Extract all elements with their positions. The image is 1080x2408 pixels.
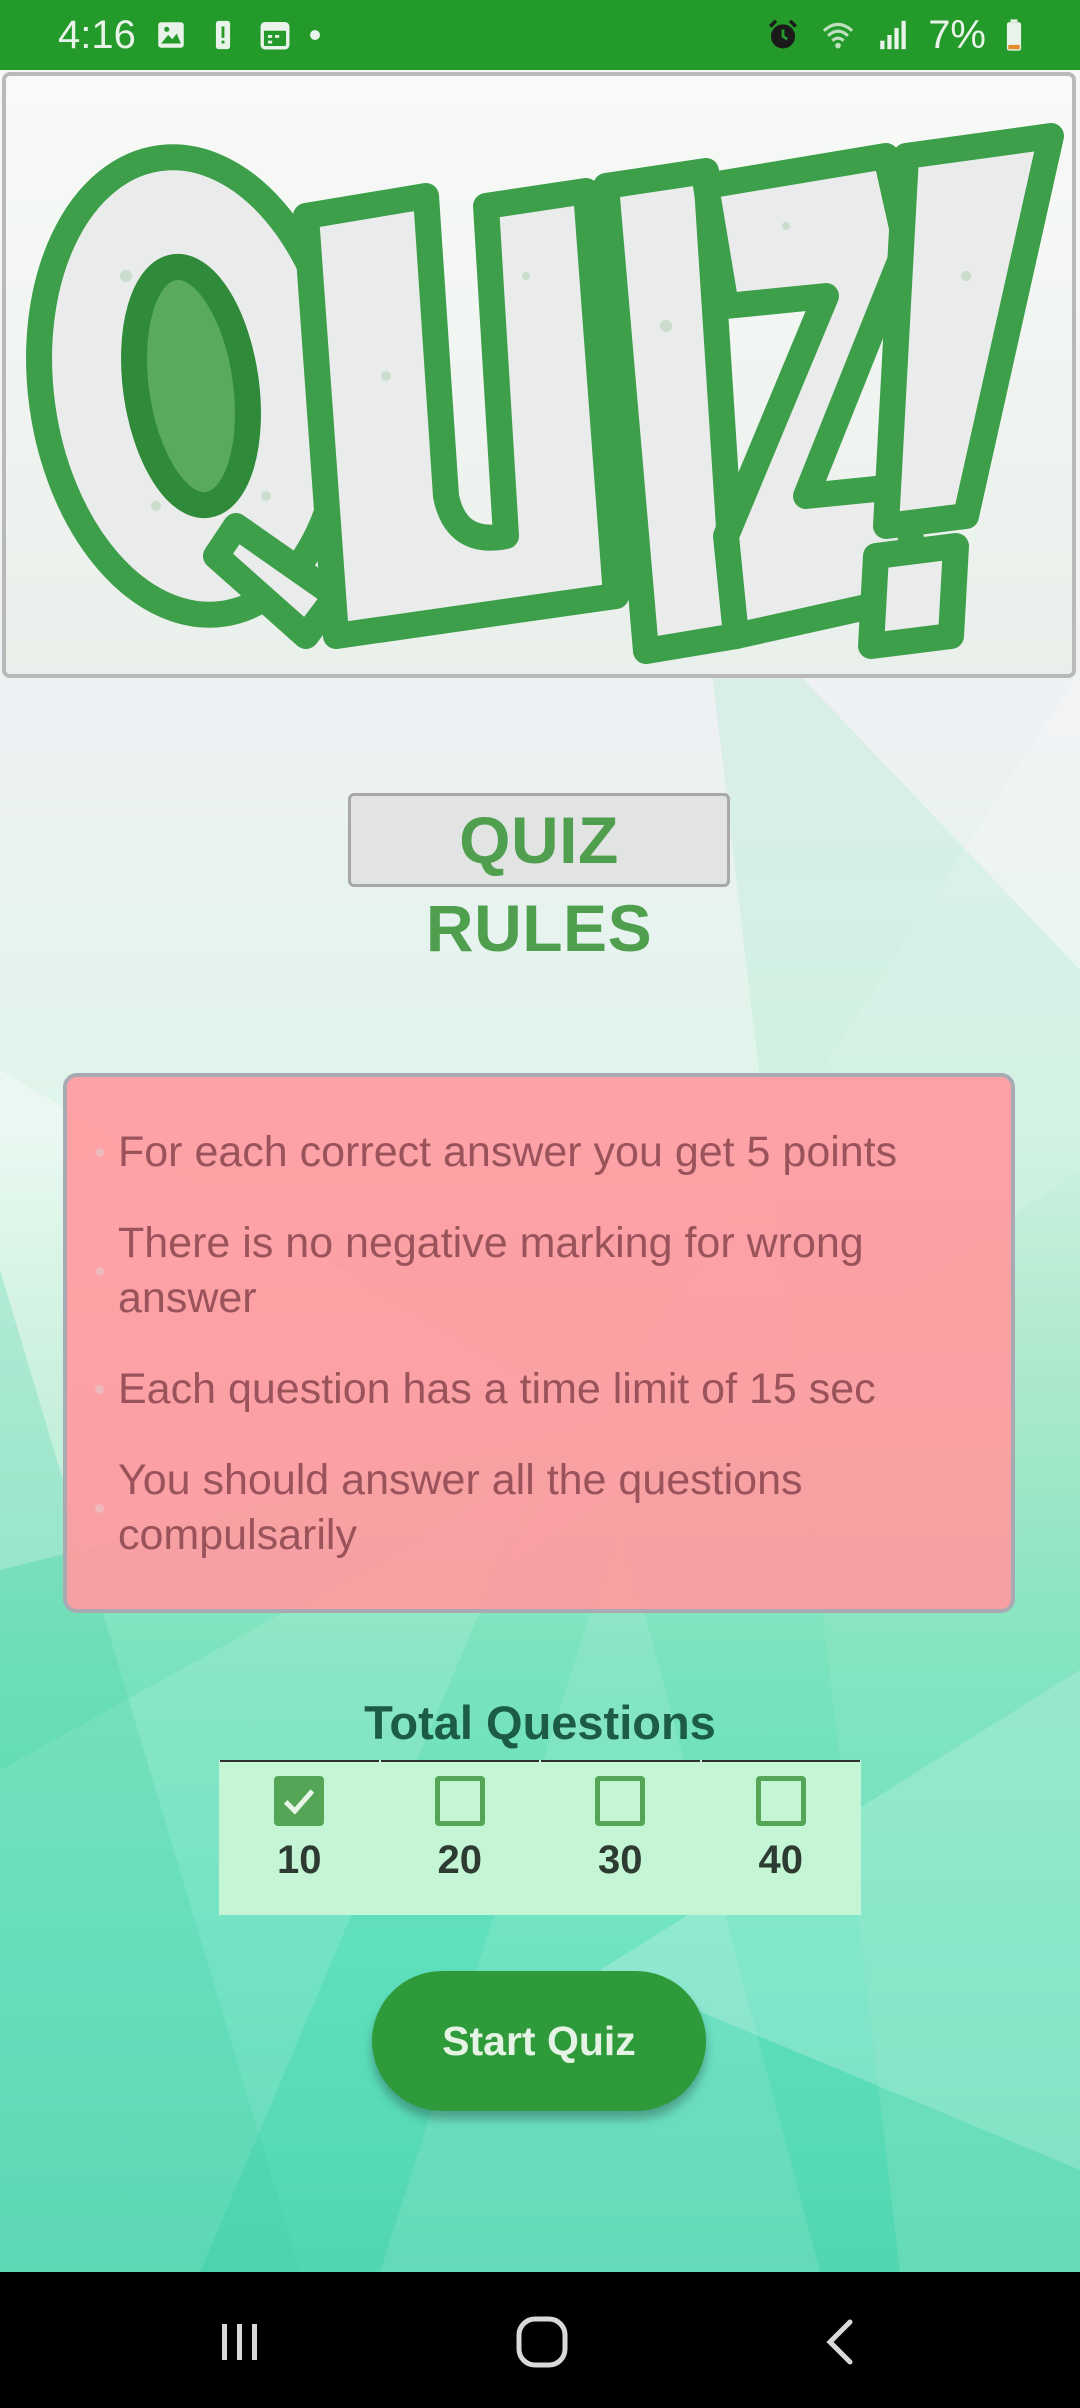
bullet-icon — [95, 1266, 104, 1276]
status-right: 7% — [766, 13, 1024, 58]
battery-percent: 7% — [928, 12, 986, 57]
option-value: 20 — [437, 1838, 483, 1882]
checkbox-30[interactable] — [595, 1776, 646, 1826]
rule-text: There is no negative marking for wrong a… — [118, 1219, 864, 1322]
quiz-logo-icon — [6, 76, 1072, 674]
status-left: 4:16 — [58, 13, 320, 58]
bullet-icon — [95, 1385, 104, 1394]
rule-item: Each question has a time limit of 15 sec — [95, 1362, 983, 1417]
rule-item: You should answer all the questions comp… — [95, 1453, 983, 1563]
option-40[interactable]: 40 — [701, 1760, 860, 1915]
quiz-banner — [2, 72, 1076, 678]
recent-apps-icon[interactable] — [210, 2314, 270, 2370]
rules-panel: For each correct answer you get 5 points… — [63, 1073, 1015, 1613]
start-quiz-button[interactable]: Start Quiz — [372, 1971, 706, 2111]
total-questions-label: Total Questions — [364, 1696, 716, 1749]
navigation-bar — [0, 2272, 1080, 2408]
image-icon — [154, 18, 188, 52]
alarm-icon — [766, 18, 800, 52]
rule-text: You should answer all the questions comp… — [118, 1456, 803, 1559]
checkbox-10[interactable] — [274, 1776, 325, 1826]
wifi-icon — [818, 18, 858, 52]
battery-icon — [1004, 18, 1024, 52]
calendar-icon — [258, 18, 292, 52]
option-30[interactable]: 30 — [541, 1760, 700, 1915]
option-10[interactable]: 10 — [220, 1760, 379, 1915]
option-value: 40 — [758, 1838, 804, 1882]
option-value: 30 — [598, 1838, 643, 1882]
rule-text: Each question has a time limit of 15 sec — [118, 1365, 876, 1413]
checkbox-20[interactable] — [434, 1776, 485, 1826]
option-value: 10 — [277, 1838, 322, 1882]
rule-item: There is no negative marking for wrong a… — [95, 1216, 983, 1326]
rule-text: For each correct answer you get 5 points — [118, 1128, 898, 1176]
status-time: 4:16 — [58, 12, 136, 57]
total-questions-options: 10 20 30 40 — [219, 1760, 861, 1915]
page-title: QUIZ RULES — [348, 793, 730, 965]
home-icon[interactable] — [512, 2314, 572, 2370]
bullet-icon — [95, 1503, 104, 1513]
checkbox-40[interactable] — [755, 1776, 806, 1826]
checkmark-icon — [284, 1789, 315, 1815]
rule-item: For each correct answer you get 5 points — [95, 1125, 983, 1180]
alert-icon — [206, 18, 240, 52]
option-20[interactable]: 20 — [380, 1760, 539, 1915]
bullet-icon — [95, 1148, 104, 1157]
dot-icon — [309, 30, 320, 40]
back-icon[interactable] — [812, 2314, 872, 2370]
signal-icon — [876, 18, 910, 52]
status-bar: 4:16 7% — [0, 0, 1080, 70]
